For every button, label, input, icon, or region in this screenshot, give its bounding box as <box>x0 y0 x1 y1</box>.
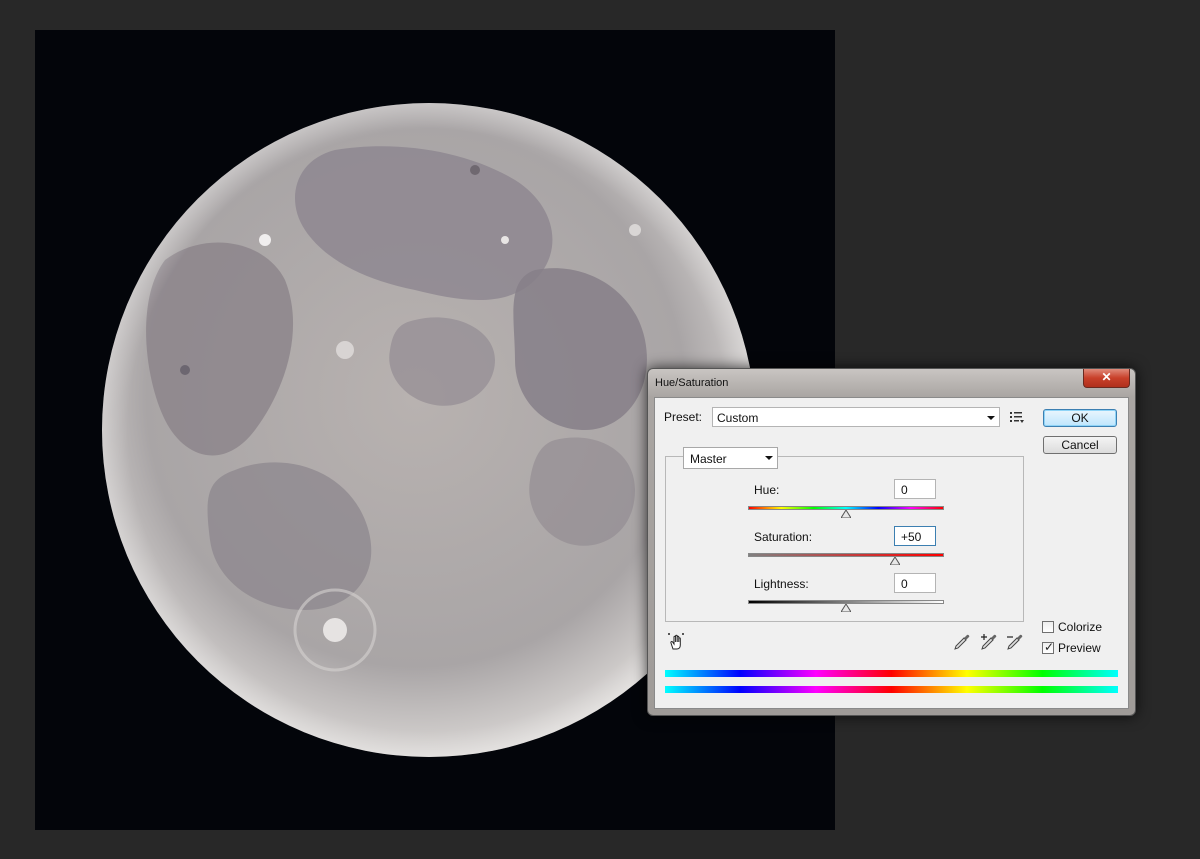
hue-saturation-dialog: Hue/Saturation ✕ Preset: Custom OK Cance… <box>647 368 1136 716</box>
saturation-label: Saturation: <box>754 530 813 544</box>
eyedropper-minus-icon[interactable] <box>1005 632 1025 652</box>
dialog-title: Hue/Saturation <box>655 377 729 389</box>
chevron-down-icon <box>765 456 773 460</box>
close-button[interactable]: ✕ <box>1083 369 1130 388</box>
cancel-button[interactable]: Cancel <box>1043 436 1117 454</box>
eyedropper-icon[interactable] <box>952 632 972 652</box>
preset-options-icon[interactable] <box>1010 410 1024 424</box>
preview-checkbox[interactable]: ✓ <box>1042 640 1055 654</box>
channel-dropdown[interactable]: Master <box>683 447 778 469</box>
colorize-label: Colorize <box>1058 620 1103 634</box>
lightness-slider-thumb[interactable] <box>841 604 851 612</box>
targeted-adjustment-hand-icon[interactable] <box>667 632 687 652</box>
dialog-body: Preset: Custom OK Cancel Master Hue: 0 S… <box>654 397 1129 709</box>
hue-slider-thumb[interactable] <box>841 510 851 518</box>
saturation-slider-track[interactable] <box>748 553 944 557</box>
colorize-checkbox[interactable] <box>1042 621 1054 633</box>
saturation-input[interactable]: +50 <box>894 526 936 546</box>
preview-label: Preview <box>1058 641 1101 655</box>
preset-dropdown[interactable]: Custom <box>712 407 1000 427</box>
hue-input[interactable]: 0 <box>894 479 936 499</box>
chevron-down-icon <box>987 416 995 420</box>
dialog-titlebar[interactable]: Hue/Saturation ✕ <box>648 369 1135 397</box>
eyedropper-plus-icon[interactable] <box>979 632 999 652</box>
preset-label: Preset: <box>664 410 703 424</box>
adjustment-group <box>665 456 1024 622</box>
checkmark-icon: ✓ <box>1044 640 1055 654</box>
result-color-bar <box>665 686 1118 693</box>
hue-label: Hue: <box>754 483 780 497</box>
saturation-slider-thumb[interactable] <box>890 557 900 565</box>
source-color-bar <box>665 670 1118 677</box>
channel-value: Master <box>690 452 727 466</box>
preset-value: Custom <box>717 411 759 425</box>
ok-button[interactable]: OK <box>1043 409 1117 427</box>
lightness-label: Lightness: <box>754 577 809 591</box>
lightness-input[interactable]: 0 <box>894 573 936 593</box>
